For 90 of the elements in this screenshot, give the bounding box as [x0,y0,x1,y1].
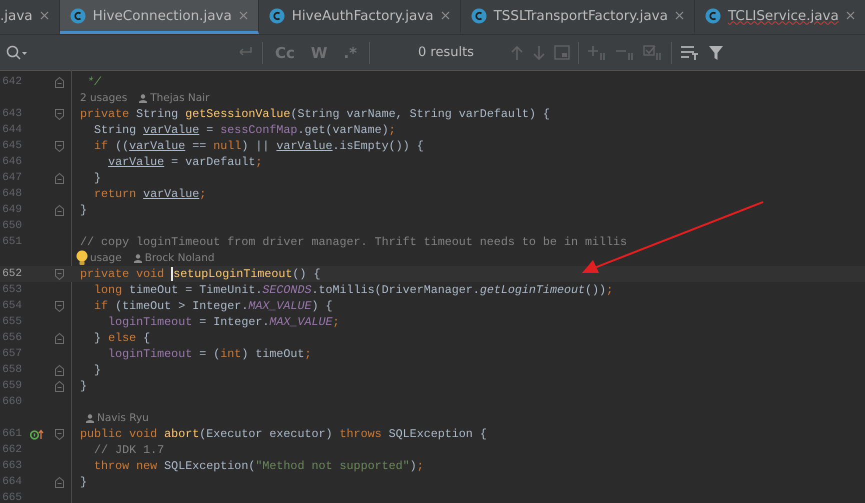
line-number: 646 [1,156,22,168]
code-line: } [93,171,102,185]
line-number: 654 [1,300,22,312]
line-number: 659 [1,380,22,392]
line-number: 653 [1,284,22,296]
fold-icon[interactable] [54,332,64,344]
fold-icon[interactable] [54,204,64,216]
class-icon [268,8,285,24]
person-icon [86,414,94,422]
fold-icon[interactable] [54,380,64,392]
close-icon[interactable] [674,11,684,20]
code-line: } [93,363,102,377]
results-count: 0 results [418,45,474,60]
code-line: loginTimeout = (int) timeOut; [107,347,312,361]
close-icon[interactable] [40,11,49,20]
line-number: 656 [1,332,22,344]
line-number: 647 [1,172,22,184]
implements-icon[interactable] [30,428,44,440]
person-icon [139,94,148,102]
search-icon[interactable] [6,44,28,60]
fold-icon[interactable] [54,76,64,88]
line-number: 651 [1,236,22,248]
editor-tab[interactable]: HiveConnection.java [60,0,259,34]
code-line: if ((varValue == null) || varValue.isEmpty()) { [93,139,424,153]
line-number: 643 [1,108,22,120]
line-number: 648 [1,188,22,200]
line-number: 649 [1,204,22,216]
multiline-icon[interactable] [680,44,700,60]
editor-tab[interactable]: TCLIService.java [694,0,865,34]
fold-icon[interactable] [54,364,64,376]
line-number: 657 [1,348,22,360]
close-icon[interactable] [238,11,248,20]
class-icon [70,8,86,24]
line-number: 661 [1,428,22,440]
person-icon [134,254,142,262]
line-number: 660 [1,396,22,408]
line-number: 663 [1,460,22,472]
fold-icon[interactable] [54,268,64,280]
code-line: } else { [93,331,150,345]
code-line: private String getSessionValue(String varName, String varDefault) { [80,107,550,121]
usages-hint[interactable]: usage [90,252,122,264]
arrow-down-icon[interactable] [532,44,546,60]
line-number: 664 [1,476,22,488]
code-line: if (timeOut > Integer.MAX_VALUE) { [93,299,333,313]
code-line: varValue = varDefault; [107,155,262,169]
line-number: 650 [1,220,22,232]
editor-tab[interactable]: HiveAuthFactory.java [258,0,461,34]
code-line: } [80,475,88,489]
line-number: 645 [1,140,22,152]
close-icon[interactable] [846,11,855,20]
author-name[interactable]: Brock Noland [144,252,215,264]
code-line: private void setupLoginTimeout() { [80,267,320,281]
code-line: */ [86,75,102,89]
code-line: return varValue; [93,187,206,201]
window-icon[interactable] [554,45,570,60]
code-line: String varValue = sessConfMap.get(varName); [93,123,396,137]
class-icon [704,8,721,24]
fold-icon[interactable] [54,140,64,152]
filter-icon[interactable] [708,44,724,60]
author-name[interactable]: Thejas Nair [150,92,210,104]
code-line: throw new SQLException("Method not supported"); [93,459,424,473]
class-icon [470,8,487,24]
code-line: // JDK 1.7 [93,443,164,457]
code-line: public void abort(Executor executor) throws SQLException { [80,427,487,441]
line-number: 665 [1,492,22,503]
fold-icon[interactable] [54,108,64,120]
add-occurrence-icon[interactable] [586,44,607,60]
code-line: // copy loginTimeout from driver manager. Thrift timeout needs to be in millis [80,235,628,249]
line-number: 655 [1,316,22,328]
fold-icon[interactable] [54,300,64,312]
arrow-up-icon[interactable] [510,44,524,60]
code-line: long timeOut = TimeUnit.SECONDS.toMillis(DriverManager.getLoginTimeout()); [93,283,614,297]
lightbulb-icon[interactable] [76,250,88,266]
line-number: 642 [1,76,22,88]
line-number: 652 [1,268,22,280]
fold-icon[interactable] [54,476,64,488]
fold-icon[interactable] [54,428,64,440]
line-number: 644 [1,124,22,136]
code-line: } [80,203,88,217]
close-icon[interactable] [440,11,450,20]
line-number: 658 [1,364,22,376]
search-option-toggle[interactable]: .* [339,44,361,62]
select-all-icon[interactable] [642,44,663,60]
author-name[interactable]: Navis Ryu [97,412,149,424]
usages-hint[interactable]: 2 usages [80,92,128,104]
code-line: loginTimeout = Integer.MAX_VALUE; [107,315,340,329]
code-line: } [80,379,88,393]
editor-tab[interactable]: TSSLTransportFactory.java [460,0,695,34]
line-number: 662 [1,444,22,456]
fold-icon[interactable] [54,172,64,184]
